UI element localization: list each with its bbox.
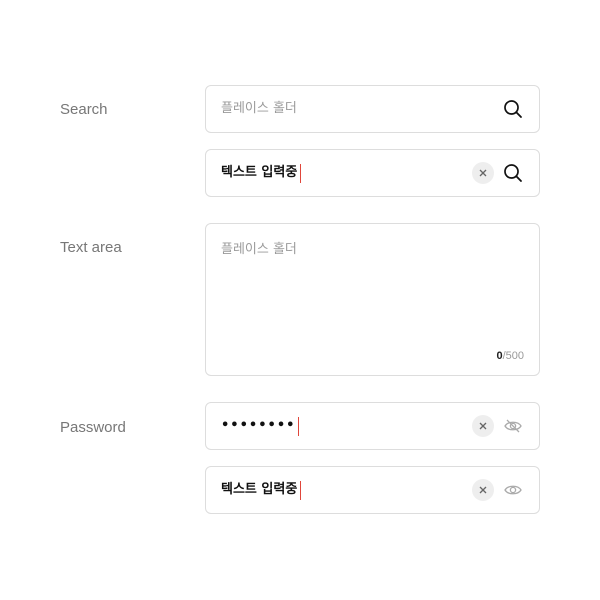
password-masked-value: •••••••• xyxy=(221,418,296,433)
search-input-value-wrap: 텍스트 입력중 xyxy=(221,150,302,196)
close-icon xyxy=(479,169,487,177)
search-input-value: 텍스트 입력중 xyxy=(221,165,298,180)
close-icon xyxy=(479,486,487,494)
clear-button[interactable] xyxy=(472,162,494,184)
password-visible-value: 텍스트 입력중 xyxy=(221,482,298,497)
search-input-empty[interactable]: 플레이스 홀더 xyxy=(205,85,540,133)
close-icon xyxy=(479,422,487,430)
text-caret xyxy=(300,163,302,183)
clear-button[interactable] xyxy=(472,479,494,501)
textarea-placeholder: 플레이스 홀더 xyxy=(221,242,297,257)
counter-max: /500 xyxy=(502,350,524,362)
search-placeholder: 플레이스 홀더 xyxy=(221,101,297,116)
search-icon[interactable] xyxy=(502,162,524,184)
password-value-wrap: •••••••• xyxy=(221,403,300,449)
eye-icon[interactable] xyxy=(502,479,524,501)
password-input-masked[interactable]: •••••••• xyxy=(205,402,540,450)
password-input-visible[interactable]: 텍스트 입력중 xyxy=(205,466,540,514)
textarea-label: Text area xyxy=(60,239,122,256)
text-caret xyxy=(300,480,302,500)
search-label: Search xyxy=(60,101,108,118)
password-label: Password xyxy=(60,419,126,436)
eye-off-icon[interactable] xyxy=(502,415,524,437)
search-input-typing[interactable]: 텍스트 입력중 xyxy=(205,149,540,197)
character-counter: 0/500 xyxy=(496,350,524,362)
search-icon[interactable] xyxy=(502,98,524,120)
text-area[interactable]: 플레이스 홀더 0/500 xyxy=(205,223,540,376)
clear-button[interactable] xyxy=(472,415,494,437)
password-visible-wrap: 텍스트 입력중 xyxy=(221,467,302,513)
text-caret xyxy=(298,416,300,436)
